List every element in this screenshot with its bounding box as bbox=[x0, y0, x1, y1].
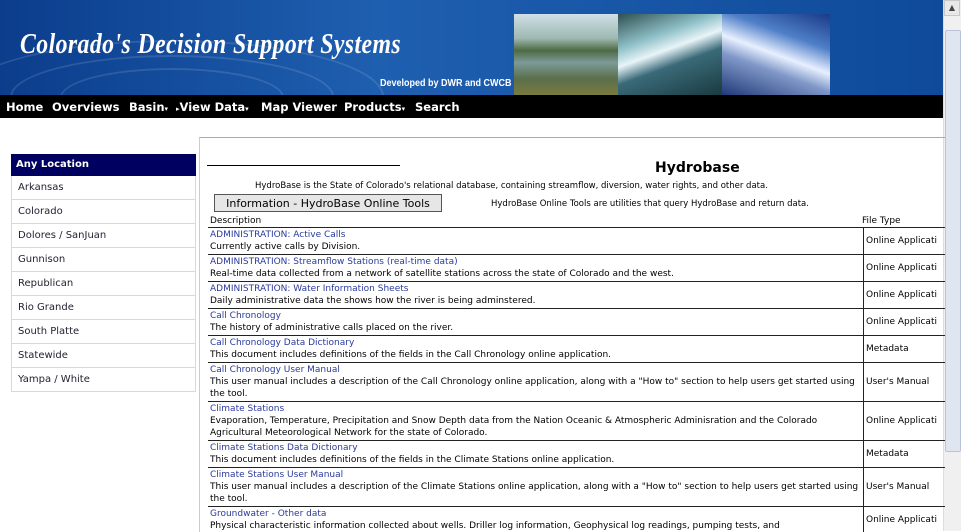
row-description: Physical characteristic information coll… bbox=[210, 521, 780, 531]
row-description: This document includes definitions of th… bbox=[210, 350, 612, 360]
description-cell: Groundwater - Other data Physical charac… bbox=[208, 507, 864, 532]
file-type-cell: Online Applicati bbox=[866, 290, 937, 300]
file-type-cell: User's Manual bbox=[866, 377, 930, 387]
sidebar-item-rio-grande[interactable]: Rio Grande bbox=[11, 296, 196, 320]
description-cell: Call Chronology User Manual This user ma… bbox=[208, 363, 864, 401]
sidebar-item-dolores-sanjuan[interactable]: Dolores / SanJuan bbox=[11, 224, 196, 248]
nav-map-viewer[interactable]: Map Viewer bbox=[261, 100, 337, 114]
page-title: Hydrobase bbox=[655, 160, 740, 176]
row-link[interactable]: ADMINISTRATION: Streamflow Stations (rea… bbox=[210, 256, 861, 268]
sidebar-item-south-platte[interactable]: South Platte bbox=[11, 320, 196, 344]
description-cell: ADMINISTRATION: Streamflow Stations (rea… bbox=[208, 255, 864, 281]
table-row: Call Chronology User Manual This user ma… bbox=[208, 362, 945, 401]
description-cell: Call Chronology Data Dictionary This doc… bbox=[208, 336, 864, 362]
sidebar-item-republican[interactable]: Republican bbox=[11, 272, 196, 296]
divider bbox=[207, 165, 400, 166]
row-link[interactable]: Climate Stations bbox=[210, 403, 861, 415]
file-type-cell: Metadata bbox=[866, 449, 909, 459]
description-cell: ADMINISTRATION: Water Information Sheets… bbox=[208, 282, 864, 308]
table-row: Climate Stations User Manual This user m… bbox=[208, 467, 945, 506]
nav-home[interactable]: Home bbox=[6, 100, 43, 114]
row-link[interactable]: Climate Stations User Manual bbox=[210, 469, 861, 481]
row-description: This user manual includes a description … bbox=[210, 377, 855, 399]
table-row: Climate Stations Data Dictionary This do… bbox=[208, 440, 945, 467]
sidebar-item-statewide[interactable]: Statewide bbox=[11, 344, 196, 368]
row-link[interactable]: Groundwater - Other data bbox=[210, 508, 861, 520]
row-description: Daily administrative data the shows how … bbox=[210, 296, 536, 306]
file-type-cell: Metadata bbox=[866, 344, 909, 354]
lake-photo bbox=[514, 14, 618, 95]
vertical-scrollbar[interactable]: ▲ bbox=[943, 0, 961, 531]
caret-down-icon: ▾ bbox=[401, 105, 406, 113]
waterfall-photo bbox=[618, 14, 722, 95]
file-type-cell: User's Manual bbox=[866, 482, 930, 492]
row-description: Currently active calls by Division. bbox=[210, 242, 361, 252]
description-cell: Climate Stations User Manual This user m… bbox=[208, 468, 864, 506]
row-description: Real-time data collected from a network … bbox=[210, 269, 674, 279]
site-banner: Colorado's Decision Support Systems Deve… bbox=[0, 0, 944, 95]
description-cell: Climate Stations Data Dictionary This do… bbox=[208, 441, 864, 467]
tools-note: HydroBase Online Tools are utilities tha… bbox=[491, 199, 809, 209]
sidebar-item-gunnison[interactable]: Gunnison bbox=[11, 248, 196, 272]
table-row: ADMINISTRATION: Water Information Sheets… bbox=[208, 281, 945, 308]
nav-view-data-label: View Data bbox=[179, 100, 246, 114]
table-row: Call Chronology Data Dictionary This doc… bbox=[208, 335, 945, 362]
description-cell: Call Chronology The history of administr… bbox=[208, 309, 864, 335]
row-link[interactable]: Call Chronology bbox=[210, 310, 861, 322]
column-header-description: Description bbox=[210, 216, 262, 226]
site-title: Colorado's Decision Support Systems bbox=[20, 28, 402, 60]
caret-down-icon: ▾ bbox=[245, 105, 249, 113]
site-subtitle: Developed by DWR and CWCB bbox=[380, 78, 512, 89]
row-link[interactable]: Climate Stations Data Dictionary bbox=[210, 442, 861, 454]
nav-search[interactable]: Search bbox=[415, 100, 460, 114]
table-row: ADMINISTRATION: Streamflow Stations (rea… bbox=[208, 254, 945, 281]
file-type-cell: Online Applicati bbox=[866, 317, 937, 327]
nav-view-data[interactable]: ▸View Data▾ bbox=[176, 100, 249, 114]
nav-basin[interactable]: Basin▾ bbox=[129, 100, 168, 114]
nav-basin-label: Basin bbox=[129, 100, 165, 114]
table-row: ADMINISTRATION: Active Calls Currently a… bbox=[208, 227, 945, 254]
rapids-photo bbox=[722, 14, 830, 95]
sidebar-item-yampa-white[interactable]: Yampa / White bbox=[11, 368, 196, 392]
file-type-cell: Online Applicati bbox=[866, 515, 937, 525]
scroll-up-icon[interactable]: ▲ bbox=[944, 0, 960, 16]
nav-products-label: Products bbox=[344, 100, 402, 114]
sidebar-header[interactable]: Any Location bbox=[11, 154, 196, 176]
row-link[interactable]: ADMINISTRATION: Active Calls bbox=[210, 229, 861, 241]
row-description: The history of administrative calls plac… bbox=[210, 323, 454, 333]
table-row: Call Chronology The history of administr… bbox=[208, 308, 945, 335]
row-description: Evaporation, Temperature, Precipitation … bbox=[210, 416, 818, 438]
row-link[interactable]: Call Chronology Data Dictionary bbox=[210, 337, 861, 349]
file-type-cell: Online Applicati bbox=[866, 416, 937, 426]
file-type-cell: Online Applicati bbox=[866, 236, 937, 246]
scroll-thumb[interactable] bbox=[945, 30, 961, 452]
info-button[interactable]: Information - HydroBase Online Tools bbox=[214, 194, 442, 212]
description-cell: ADMINISTRATION: Active Calls Currently a… bbox=[208, 228, 864, 254]
main-nav: Home Overviews Basin▾ ▸View Data▾ Map Vi… bbox=[0, 95, 944, 118]
table-row: Groundwater - Other data Physical charac… bbox=[208, 506, 945, 532]
row-description: This user manual includes a description … bbox=[210, 482, 859, 504]
file-type-cell: Online Applicati bbox=[866, 263, 937, 273]
caret-down-icon: ▾ bbox=[164, 105, 169, 113]
sidebar-item-colorado[interactable]: Colorado bbox=[11, 200, 196, 224]
intro-text: HydroBase is the State of Colorado's rel… bbox=[255, 181, 768, 191]
data-table: ADMINISTRATION: Active Calls Currently a… bbox=[208, 227, 945, 532]
sidebar-item-arkansas[interactable]: Arkansas bbox=[11, 176, 196, 200]
table-row: Climate Stations Evaporation, Temperatur… bbox=[208, 401, 945, 440]
row-description: This document includes definitions of th… bbox=[210, 455, 615, 465]
column-header-file-type: File Type bbox=[862, 216, 901, 226]
main-content: Hydrobase HydroBase is the State of Colo… bbox=[199, 137, 945, 532]
row-link[interactable]: Call Chronology User Manual bbox=[210, 364, 861, 376]
nav-overviews[interactable]: Overviews bbox=[52, 100, 119, 114]
location-sidebar: Any Location Arkansas Colorado Dolores /… bbox=[11, 154, 196, 392]
nav-products[interactable]: Products▾ bbox=[344, 100, 405, 114]
row-link[interactable]: ADMINISTRATION: Water Information Sheets bbox=[210, 283, 861, 295]
description-cell: Climate Stations Evaporation, Temperatur… bbox=[208, 402, 864, 440]
